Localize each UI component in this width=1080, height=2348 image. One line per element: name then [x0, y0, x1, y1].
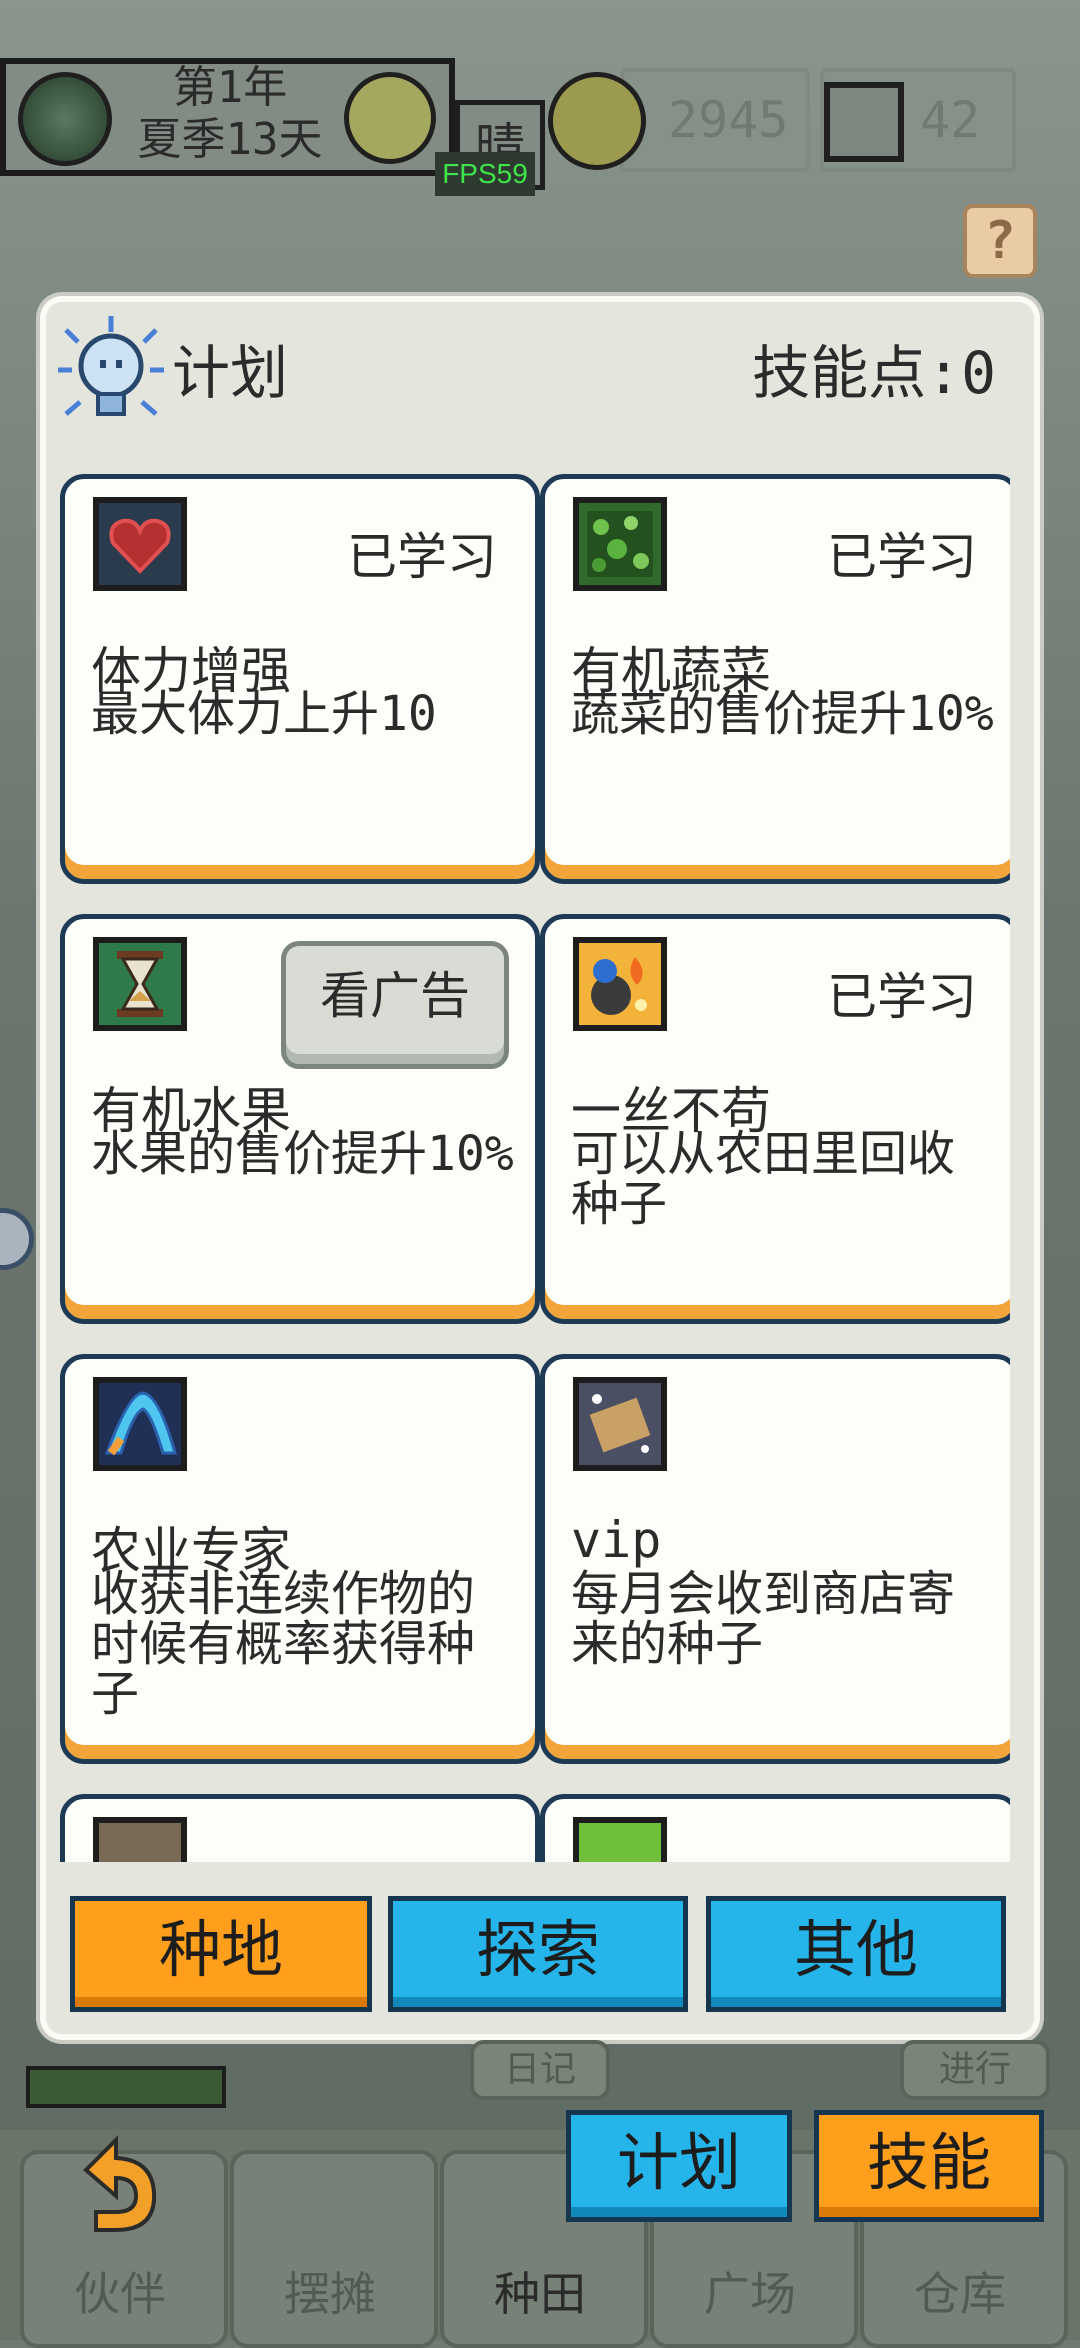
skill-mode-button[interactable]: 技能: [814, 2110, 1044, 2222]
globe-icon: [18, 72, 112, 166]
skill-desc: 收获非连续作物的时候有概率获得种子: [91, 1566, 476, 1722]
skill-card[interactable]: [540, 1794, 1010, 1862]
nav-farm-label: 种田: [494, 2267, 586, 2321]
skill-name: vip: [571, 1511, 662, 1569]
sparkle-icon: [573, 1817, 667, 1862]
pickaxe-icon: [93, 1377, 187, 1471]
skill-card[interactable]: 看广告 有机水果 水果的售价提升10%: [60, 914, 540, 1324]
skill-card[interactable]: 已学习 体力增强 最大体力上升10: [60, 474, 540, 884]
coin-icon: [548, 72, 646, 170]
nav-stall-label: 摆摊: [284, 2267, 376, 2321]
tab-other[interactable]: 其他: [706, 1896, 1006, 2012]
nav-plaza-label: 广场: [704, 2267, 796, 2321]
panel-title: 计划: [172, 339, 289, 407]
skill-desc: 水果的售价提升10%: [91, 1126, 514, 1182]
skill-points: 技能点:0: [752, 339, 996, 407]
heart-icon: [93, 497, 187, 591]
progress-button[interactable]: 进行: [900, 2040, 1050, 2100]
tab-explore[interactable]: 探索: [388, 1896, 688, 2012]
gem-icon: [824, 82, 904, 162]
skill-card[interactable]: vip 每月会收到商店寄来的种子: [540, 1354, 1010, 1764]
skill-card[interactable]: [60, 1794, 540, 1862]
leaf-icon: [573, 497, 667, 591]
skill-card[interactable]: 已学习 有机蔬菜 蔬菜的售价提升10%: [540, 474, 1010, 884]
learned-status: 已学习: [827, 968, 977, 1026]
skill-desc: 蔬菜的售价提升10%: [571, 686, 994, 742]
nav-warehouse-label: 仓库: [914, 2267, 1006, 2321]
lightbulb-icon: [52, 310, 170, 428]
year-label: 第1年: [172, 62, 288, 113]
learned-status: 已学习: [347, 528, 497, 586]
tab-farming[interactable]: 种地: [70, 1896, 372, 2012]
plan-mode-button[interactable]: 计划: [566, 2110, 792, 2222]
scroll-icon: [573, 1377, 667, 1471]
skill-desc: 可以从农田里回收种子: [571, 1126, 956, 1232]
season-day-label: 夏季13天: [137, 114, 323, 165]
clock-icon: [344, 72, 436, 164]
coin-count: 2945: [668, 91, 789, 149]
gem-count: 42: [920, 91, 981, 149]
watch-ad-button[interactable]: 看广告: [281, 941, 509, 1069]
nav-partner-label: 伙伴: [74, 2267, 166, 2321]
skill-card[interactable]: 已学习 一丝不苟 可以从农田里回收种子: [540, 914, 1010, 1324]
diary-button[interactable]: 日记: [470, 2040, 610, 2100]
skill-desc: 最大体力上升10: [91, 686, 437, 742]
seed-bag-icon: [573, 937, 667, 1031]
date-text: 第1年 夏季13天: [120, 62, 340, 166]
skill-desc: 每月会收到商店寄来的种子: [571, 1566, 956, 1672]
skill-grid[interactable]: 已学习 体力增强 最大体力上升10 已学习 有机蔬菜 蔬菜的售价提升10% 看广…: [60, 474, 1010, 1862]
stamina-bar: [26, 2066, 226, 2108]
hourglass-icon: [93, 937, 187, 1031]
fps-counter: FPS59: [435, 152, 535, 196]
skill-card[interactable]: 农业专家 收获非连续作物的时候有概率获得种子: [60, 1354, 540, 1764]
help-button[interactable]: ?: [963, 204, 1037, 278]
learned-status: 已学习: [827, 528, 977, 586]
book-icon: [93, 1817, 187, 1862]
return-arrow-icon: [66, 2130, 166, 2250]
